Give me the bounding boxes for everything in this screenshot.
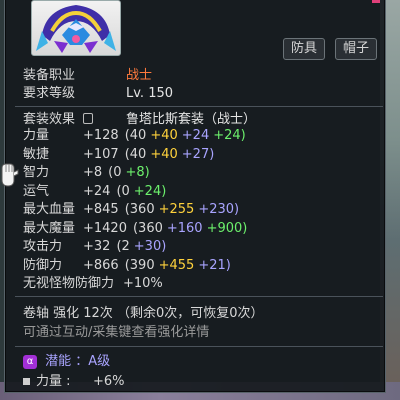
scroll-upgrade-row: 卷轴 强化 12次 （剩余0次，可恢复0次） <box>23 306 264 321</box>
pink-marker <box>372 0 380 3</box>
item-tooltip: 防具 帽子 装备职业 战士 要求等级 Lv. 150 套装效果 鲁塔比斯套装（战… <box>4 0 386 393</box>
stat-value: +1420 (360 +160 +900) <box>83 221 247 237</box>
stat-bonus: +8) <box>125 165 150 180</box>
stat-base: (40 <box>124 128 147 143</box>
divider <box>15 296 383 297</box>
tag-hat: 帽子 <box>335 38 378 60</box>
helmet-icon <box>36 5 116 53</box>
stat-bonus: +230) <box>198 202 240 217</box>
stat-row: 无视怪物防御力 +10% <box>23 276 163 292</box>
stat-base: (0 <box>108 165 122 180</box>
stat-label: 最大血量 <box>23 202 76 217</box>
stat-label: 运气 <box>23 183 50 199</box>
stat-value: +845 (360 +255 +230) <box>83 202 239 218</box>
stat-row: 防御力 +866 (390 +455 +21) <box>23 257 231 274</box>
stat-base: (390 <box>124 257 155 273</box>
stat-total: +107 <box>83 146 119 162</box>
stat-row: 智力 +8 (0 +8) <box>23 165 150 181</box>
stat-bonus: +455 <box>158 257 195 273</box>
potential-line: 力量 : +6% <box>23 374 125 390</box>
potential-line-label: 力量 : <box>36 374 71 389</box>
stat-row: 最大血量 +845 (360 +255 +230) <box>23 202 239 218</box>
stat-label: 攻击力 <box>23 239 63 254</box>
job-value: 战士 <box>126 68 153 83</box>
stat-label: 智力 <box>23 165 50 180</box>
job-label: 装备职业 <box>23 68 76 83</box>
item-icon-frame <box>31 0 121 56</box>
stat-label: 防御力 <box>23 257 63 273</box>
stat-total: +8 <box>83 165 103 180</box>
tag-armor: 防具 <box>283 38 326 60</box>
stat-base: (360 <box>124 202 155 217</box>
stat-label: 力量 <box>23 128 50 143</box>
stat-bonus: +24) <box>213 128 246 143</box>
stat-bonus: +24 <box>181 128 210 143</box>
stat-bonus: +40 <box>150 146 178 162</box>
set-effect-label: 套装效果 <box>23 112 76 127</box>
stat-row: 力量 +128 (40 +40 +24 +24) <box>23 128 246 144</box>
stat-base: (0 <box>116 183 130 199</box>
stat-base: (40 <box>124 146 147 162</box>
stat-base: (2 <box>116 239 130 254</box>
stat-total: +1420 <box>83 220 127 236</box>
stat-total: +845 <box>83 202 119 217</box>
stat-base: (360 <box>132 220 163 236</box>
scroll-hint: 可通过互动/采集键查看强化详情 <box>23 325 210 340</box>
stat-value: +866 (390 +455 +21) <box>83 258 231 274</box>
stat-label: 最大魔量 <box>23 220 76 236</box>
stat-bonus: +24) <box>133 183 167 199</box>
stat-bonus: +27) <box>181 146 215 162</box>
stat-total: +10% <box>123 276 163 291</box>
stat-value: +32 (2 +30) <box>83 239 166 255</box>
stat-label: 敏捷 <box>23 146 50 162</box>
stat-total: +32 <box>83 239 111 254</box>
stat-value: +8 (0 +8) <box>83 165 150 181</box>
divider <box>15 106 383 107</box>
stat-value: +107 (40 +40 +27) <box>83 147 214 163</box>
stat-value: +128 (40 +40 +24 +24) <box>83 128 246 144</box>
potential-icon: α <box>23 354 37 369</box>
set-effect-row: 套装效果 鲁塔比斯套装（战士） <box>23 112 256 128</box>
stat-total: +128 <box>83 128 119 143</box>
stat-row: 运气 +24 (0 +24) <box>23 183 166 200</box>
stat-label: 无视怪物防御力 <box>23 276 115 291</box>
job-requirement-row: 装备职业 战士 <box>23 68 152 84</box>
lock-icon <box>83 113 94 124</box>
level-value: Lv. 150 <box>126 86 174 101</box>
divider <box>15 346 383 347</box>
potential-label: 潜能 ：A级 <box>45 354 111 369</box>
stat-bonus: +255 <box>158 202 195 217</box>
potential-line-value: +6% <box>93 374 125 389</box>
stat-total: +866 <box>83 257 119 273</box>
stat-bonus: +21) <box>198 257 231 273</box>
level-requirement-row: 要求等级 Lv. 150 <box>23 86 173 102</box>
stat-bonus: +900) <box>206 220 248 236</box>
stat-value: +10% <box>123 276 163 292</box>
cursor-hand-icon <box>1 163 19 187</box>
stat-bonus: +40 <box>150 128 178 143</box>
level-label: 要求等级 <box>23 86 76 101</box>
stat-value: +24 (0 +24) <box>83 184 166 200</box>
potential-row: α 潜能 ：A级 <box>23 354 110 370</box>
stat-row: 最大魔量 +1420 (360 +160 +900) <box>23 220 247 237</box>
stat-bonus: +160 <box>166 220 203 236</box>
stat-total: +24 <box>83 183 111 199</box>
stat-row: 攻击力 +32 (2 +30) <box>23 239 166 255</box>
set-name: 鲁塔比斯套装（战士） <box>126 112 257 127</box>
stat-bonus: +30) <box>133 239 167 254</box>
stat-row: 敏捷 +107 (40 +40 +27) <box>23 146 214 163</box>
bullet-icon <box>23 378 30 385</box>
